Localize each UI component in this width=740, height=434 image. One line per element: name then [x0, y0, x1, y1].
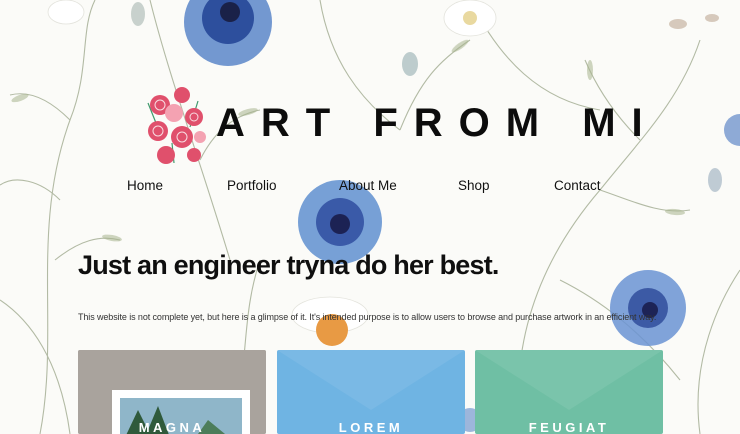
card-label: MAGNA	[138, 420, 206, 434]
roses-logo-icon	[147, 87, 206, 164]
site-title: ART FROM MI	[216, 101, 659, 145]
hero-headline: Just an engineer tryna do her best.	[78, 250, 499, 280]
nav-shop[interactable]: Shop	[458, 178, 490, 193]
nav-about-me[interactable]: About Me	[339, 178, 397, 193]
card-lorem[interactable]: LOREM	[277, 350, 465, 434]
nav-home[interactable]: Home	[127, 178, 163, 193]
main-navigation: Home Portfolio About Me Shop Contact	[0, 178, 740, 198]
nav-portfolio[interactable]: Portfolio	[227, 178, 277, 193]
hero-description: This website is not complete yet, but he…	[78, 312, 657, 322]
card-label: LOREM	[338, 420, 404, 434]
card-feugiat[interactable]: FEUGIAT	[475, 350, 663, 434]
card-magna[interactable]: MAGNA	[78, 350, 266, 434]
card-label: FEUGIAT	[528, 420, 610, 434]
site-logo[interactable]: ART FROM MI	[138, 83, 643, 169]
nav-contact[interactable]: Contact	[554, 178, 601, 193]
